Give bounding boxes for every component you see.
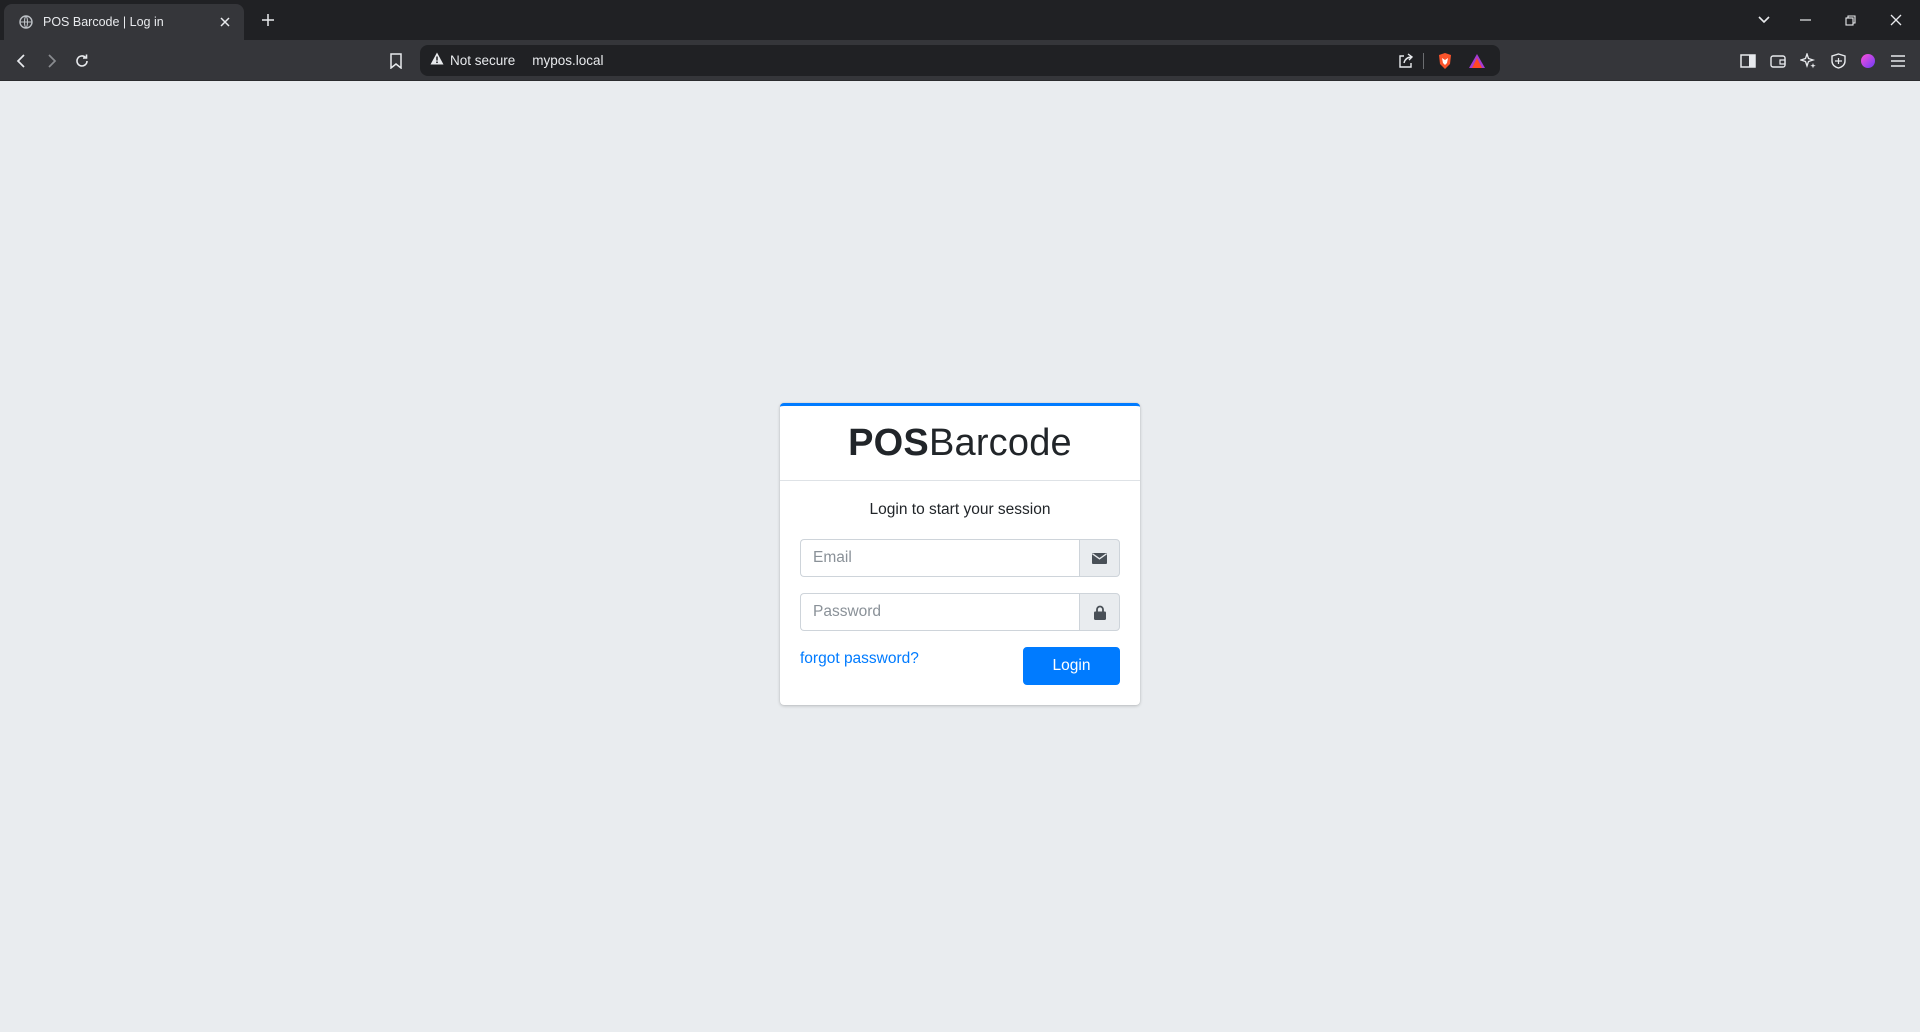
close-tab-icon[interactable]	[216, 13, 234, 31]
menu-icon[interactable]	[1885, 48, 1911, 74]
brave-shield-icon[interactable]	[1434, 50, 1456, 72]
security-label: Not secure	[450, 53, 516, 68]
tab-title: POS Barcode | Log in	[43, 15, 164, 29]
password-input-group	[800, 593, 1120, 631]
bookmark-icon[interactable]	[383, 48, 409, 74]
sidebar-icon[interactable]	[1735, 48, 1761, 74]
wallet-icon[interactable]	[1765, 48, 1791, 74]
profile-icon[interactable]	[1855, 48, 1881, 74]
address-bar[interactable]: Not secure mypos.local	[420, 45, 1500, 76]
leo-ai-icon[interactable]	[1795, 48, 1821, 74]
logo-bold: POS	[848, 421, 929, 464]
page-viewport: POSBarcode Login to start your session f…	[0, 81, 1920, 1032]
email-input-group	[800, 539, 1120, 577]
forgot-password-link[interactable]: forgot password?	[800, 650, 919, 668]
browser-tab[interactable]: POS Barcode | Log in	[4, 4, 244, 40]
lock-icon	[1079, 593, 1120, 631]
login-actions-row: forgot password? Login	[800, 647, 1120, 685]
url-text: mypos.local	[532, 53, 604, 68]
globe-icon	[18, 14, 34, 30]
logo-regular: Barcode	[928, 421, 1072, 464]
brave-rewards-icon[interactable]	[1466, 50, 1488, 72]
password-field[interactable]	[800, 593, 1079, 631]
browser-tab-strip: POS Barcode | Log in	[0, 0, 1920, 40]
security-indicator[interactable]: Not secure	[430, 52, 515, 70]
share-icon[interactable]	[1395, 50, 1417, 72]
browser-toolbar: Not secure mypos.local	[0, 40, 1920, 81]
app-logo[interactable]: POSBarcode	[848, 422, 1072, 465]
tab-search-chevron-icon[interactable]	[1750, 8, 1778, 32]
restore-icon[interactable]	[1836, 8, 1864, 32]
new-tab-icon[interactable]	[256, 8, 280, 32]
omnibox-divider	[1423, 53, 1424, 69]
login-button[interactable]: Login	[1023, 647, 1120, 685]
vpn-icon[interactable]	[1825, 48, 1851, 74]
close-window-icon[interactable]	[1882, 8, 1910, 32]
minimize-icon[interactable]	[1791, 8, 1819, 32]
login-message: Login to start your session	[869, 501, 1051, 518]
email-field[interactable]	[800, 539, 1079, 577]
login-card: POSBarcode Login to start your session f…	[780, 403, 1140, 705]
back-icon[interactable]	[9, 48, 35, 74]
reload-icon[interactable]	[69, 48, 95, 74]
warning-icon	[430, 52, 444, 70]
login-card-body: Login to start your session forgot passw…	[780, 481, 1140, 705]
envelope-icon	[1079, 539, 1120, 577]
login-card-header: POSBarcode	[780, 406, 1140, 481]
forward-icon[interactable]	[38, 48, 64, 74]
